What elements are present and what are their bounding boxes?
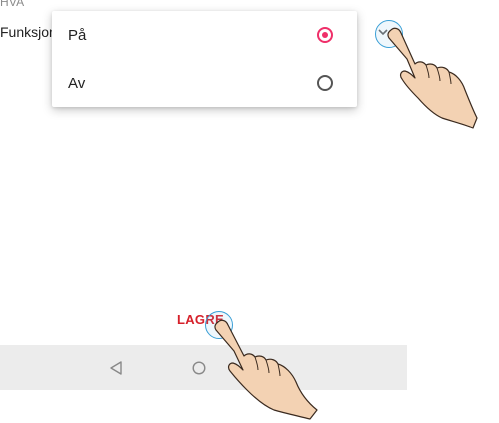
hand-pointer-icon	[214, 319, 318, 420]
radio-checked-icon[interactable]	[317, 27, 333, 43]
radio-unchecked-icon[interactable]	[317, 75, 333, 91]
hand-pointer-icon	[387, 27, 478, 129]
back-triangle-icon[interactable]	[109, 360, 123, 376]
settings-screen: HVA Funksjon På Av LAGRE	[0, 0, 407, 390]
home-circle-icon[interactable]	[192, 361, 206, 375]
option-off-label: Av	[68, 74, 86, 92]
function-setting-label[interactable]: Funksjon	[0, 24, 57, 40]
option-on-label: På	[68, 26, 87, 44]
navigation-bar	[0, 345, 407, 390]
option-on[interactable]: På	[52, 11, 357, 59]
function-dropdown-menu: På Av	[52, 11, 357, 107]
option-off[interactable]: Av	[52, 59, 357, 107]
section-header: HVA	[0, 0, 25, 9]
